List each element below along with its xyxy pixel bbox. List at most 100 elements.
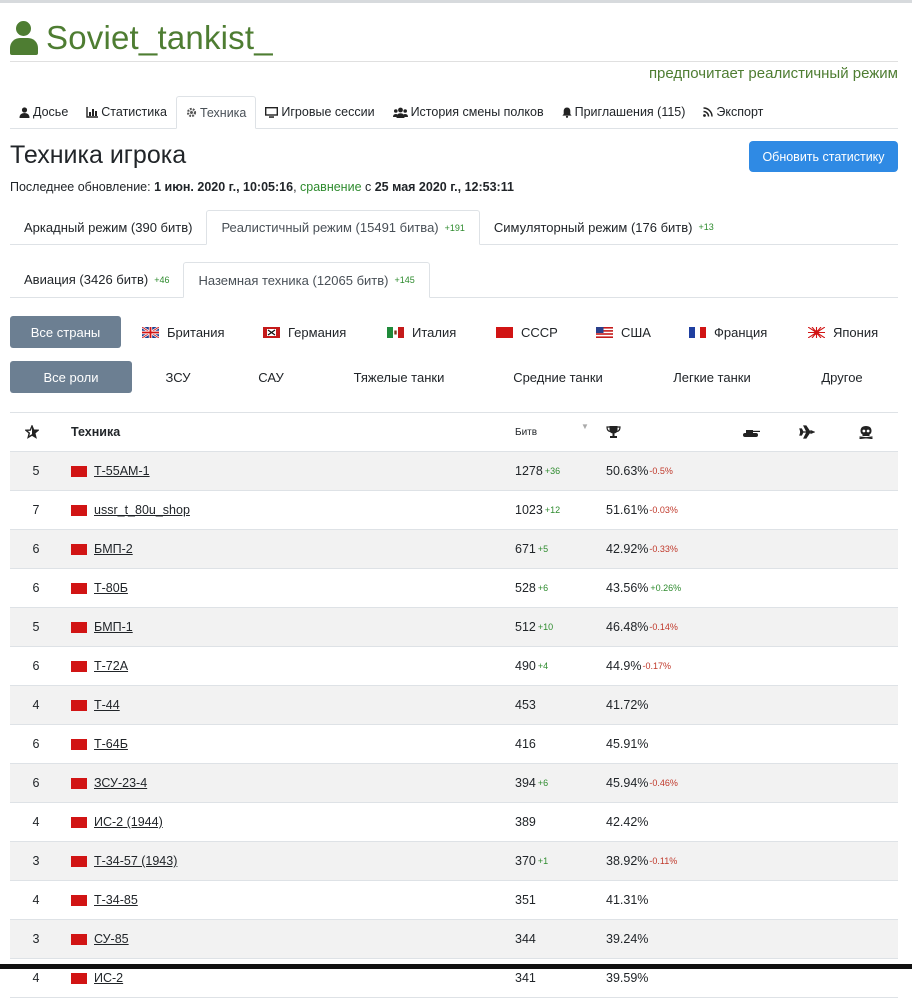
rank: 4 <box>32 698 40 712</box>
country-usa[interactable]: США <box>596 316 651 348</box>
country-france[interactable]: Франция <box>689 316 767 348</box>
winrate-value: 43.56% <box>606 581 649 595</box>
page-title: Техника игрока <box>10 141 187 169</box>
vehicle-link[interactable]: БМП-2 <box>94 530 133 568</box>
table-row: 6 ЗСУ-23-4 394 +6 45.94% -0.46% <box>10 764 898 803</box>
game-mode-tabs: Аркадный режим (390 битв) Реалистичный р… <box>10 210 898 245</box>
winrate-value: 39.24% <box>606 932 649 946</box>
compare-link[interactable]: сравнение <box>300 180 362 194</box>
flag-ussr-icon <box>71 569 87 607</box>
flag-ussr-icon <box>71 803 87 841</box>
vehicle-link[interactable]: ЗСУ-23-4 <box>94 764 147 802</box>
vehicle-link[interactable]: Т-72А <box>94 647 128 685</box>
flag-japan-icon <box>808 326 825 338</box>
winrate-delta: +0.26% <box>650 583 682 593</box>
battles-delta: +10 <box>537 622 554 632</box>
role-spg[interactable]: САУ <box>250 361 292 393</box>
vehicle-column-header[interactable]: Техника <box>71 413 120 451</box>
winrate-value: 45.91% <box>606 737 649 751</box>
vehicle-link[interactable]: Т-55АМ-1 <box>94 452 150 490</box>
flag-ussr-icon <box>71 452 87 490</box>
vehicle-link[interactable]: Т-34-85 <box>94 881 138 919</box>
tab-regiment-history[interactable]: История смены полков <box>384 96 553 128</box>
profile-nav: Досье Статистика Техника Игровые сессии … <box>10 96 898 129</box>
tab-label: Реалистичный режим (15491 битва) <box>221 220 439 235</box>
winrate-column-header[interactable] <box>606 413 621 451</box>
chart-icon <box>86 106 99 118</box>
tab-simulator[interactable]: Симуляторный режим (176 битв) +13 <box>480 210 728 244</box>
mode-preference: предпочитает реалистичный режим <box>648 65 898 82</box>
vehicle-link[interactable]: СУ-85 <box>94 920 129 958</box>
flag-usa-icon <box>596 326 613 338</box>
vehicle-link[interactable]: Т-80Б <box>94 569 128 607</box>
tab-game-sessions[interactable]: Игровые сессии <box>256 96 383 128</box>
winrate-cell: 51.61% -0.03% <box>606 491 678 529</box>
rank: 4 <box>32 893 40 907</box>
winrate-cell: 39.24% <box>606 920 648 958</box>
country-italy[interactable]: Италия <box>387 316 456 348</box>
winrate-delta: -0.17% <box>642 661 671 671</box>
winrate-value: 44.9% <box>606 659 642 673</box>
tank-kills-column-header[interactable] <box>742 413 760 451</box>
tab-export[interactable]: Экспорт <box>694 96 772 128</box>
country-britain[interactable]: Британия <box>142 316 225 348</box>
winrate-value: 41.72% <box>606 698 649 712</box>
battles-delta: +6 <box>537 583 549 593</box>
tab-realistic[interactable]: Реалистичный режим (15491 битва) +191 <box>206 210 480 245</box>
rank-column-header[interactable] <box>25 413 39 451</box>
vehicle-link[interactable]: ИС-2 (1944) <box>94 803 163 841</box>
tab-aviation[interactable]: Авиация (3426 битв) +46 <box>10 262 183 297</box>
table-row: 4 ИС-2 (1944) 389 42.42% <box>10 803 898 842</box>
user-icon <box>10 21 38 55</box>
all-roles-button[interactable]: Все роли <box>10 361 132 393</box>
tab-invitations[interactable]: Приглашения (115) <box>553 96 695 128</box>
flag-ussr-icon <box>71 764 87 802</box>
tab-statistics[interactable]: Статистика <box>77 96 176 128</box>
vehicle-link[interactable]: Т-44 <box>94 686 120 724</box>
country-label: США <box>621 324 651 340</box>
country-ussr[interactable]: СССР <box>496 316 558 348</box>
tab-arcade[interactable]: Аркадный режим (390 битв) <box>10 210 206 244</box>
table-row: 3 Т-34-57 (1943) 370 +1 38.92% -0.11% <box>10 842 898 881</box>
plane-icon <box>799 425 815 439</box>
winrate-value: 38.92% <box>606 854 649 868</box>
table-row: 6 БМП-2 671 +5 42.92% -0.33% <box>10 530 898 569</box>
winrate-cell: 46.48% -0.14% <box>606 608 678 646</box>
country-germany[interactable]: Германия <box>263 316 346 348</box>
tab-ground-vehicles[interactable]: Наземная техника (12065 битв) +145 <box>183 262 430 298</box>
all-countries-button[interactable]: Все страны <box>10 316 121 348</box>
role-heavy-tanks[interactable]: Тяжелые танки <box>348 361 450 393</box>
tab-vehicles[interactable]: Техника <box>175 96 257 129</box>
winrate-value: 46.48% <box>606 620 649 634</box>
winrate-cell: 45.94% -0.46% <box>606 764 678 802</box>
flag-ussr-icon <box>496 326 513 338</box>
role-other[interactable]: Другое <box>816 361 868 393</box>
vehicle-link[interactable]: Т-34-57 (1943) <box>94 842 177 880</box>
battles-value: 344 <box>515 932 536 946</box>
rank: 6 <box>32 581 40 595</box>
divider <box>10 61 898 62</box>
air-kills-column-header[interactable] <box>799 413 815 451</box>
refresh-stats-button[interactable]: Обновить статистику <box>749 141 898 172</box>
battles-value: 490 <box>515 659 536 673</box>
role-light-tanks[interactable]: Легкие танки <box>666 361 758 393</box>
role-medium-tanks[interactable]: Средние танки <box>508 361 608 393</box>
role-spaa[interactable]: ЗСУ <box>158 361 198 393</box>
rank: 4 <box>32 815 40 829</box>
vehicle-link[interactable]: БМП-1 <box>94 608 133 646</box>
flag-ussr-icon <box>71 608 87 646</box>
winrate-value: 50.63% <box>606 464 649 478</box>
deaths-column-header[interactable] <box>859 413 873 451</box>
battles-column-header[interactable]: Битв <box>515 413 537 451</box>
winrate-cell: 38.92% -0.11% <box>606 842 677 880</box>
winrate-cell: 42.42% <box>606 803 648 841</box>
vehicle-link[interactable]: Т-64Б <box>94 725 128 763</box>
tab-dossier[interactable]: Досье <box>10 96 77 128</box>
vehicle-link[interactable]: ussr_t_80u_shop <box>94 491 190 529</box>
country-japan[interactable]: Япония <box>808 316 878 348</box>
tab-label: Симуляторный режим (176 битв) <box>493 219 693 235</box>
monitor-icon <box>265 106 279 118</box>
compare-date: 25 мая 2020 г., 12:53:11 <box>374 180 514 194</box>
battles-cell: 351 <box>515 881 536 919</box>
winrate-cell: 43.56% +0.26% <box>606 569 681 607</box>
